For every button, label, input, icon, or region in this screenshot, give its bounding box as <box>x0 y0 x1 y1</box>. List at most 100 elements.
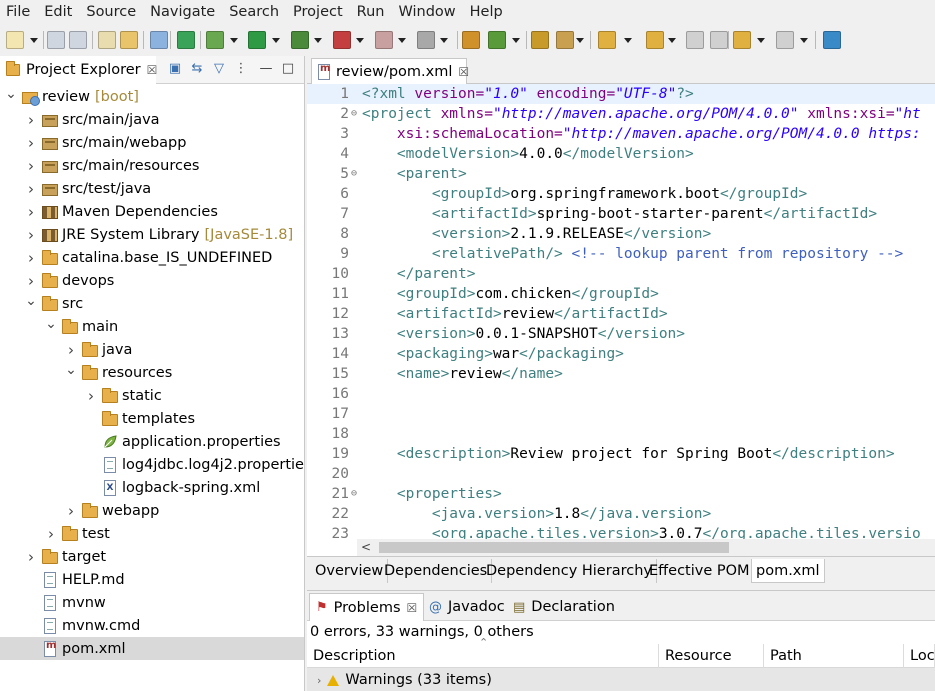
new-package-icon[interactable] <box>488 31 506 49</box>
chevron-right-icon[interactable]: › <box>24 134 38 152</box>
chevron-right-icon[interactable]: › <box>24 249 38 267</box>
back-icon[interactable] <box>733 31 751 49</box>
chevron-down-icon[interactable] <box>272 38 280 43</box>
tree-item-catalina-base-is-undefined[interactable]: › catalina.base_IS_UNDEFINED <box>0 246 272 269</box>
open-task-icon[interactable] <box>531 31 549 49</box>
tree-item-target[interactable]: › target <box>0 545 106 568</box>
menu-help[interactable]: Help <box>464 0 511 25</box>
fold-toggle-icon[interactable]: ⊖ <box>349 164 359 184</box>
chevron-down-icon[interactable] <box>356 38 364 43</box>
save-all-icon[interactable] <box>69 31 87 49</box>
code-line[interactable]: 11 <groupId>com.chicken</groupId> <box>307 284 935 304</box>
code-line[interactable]: 15 <name>review</name> <box>307 364 935 384</box>
maximize-icon[interactable]: □ <box>280 61 296 77</box>
pom-tab-dependencies[interactable]: Dependencies <box>380 559 493 583</box>
tree-item-main[interactable]: ⌄ main <box>0 315 118 338</box>
tree-item-review[interactable]: ⌄ review [boot] <box>0 85 139 108</box>
next-annotation-icon[interactable] <box>598 31 616 49</box>
tab-declaration[interactable]: ▤ Declaration <box>507 593 621 621</box>
chevron-right-icon[interactable]: › <box>64 502 78 520</box>
scroll-left-icon[interactable]: < <box>361 539 371 556</box>
chevron-down-icon[interactable] <box>757 38 765 43</box>
spring-boot-dashboard-icon[interactable] <box>177 31 195 49</box>
tree-item-webapp[interactable]: › webapp <box>0 499 159 522</box>
new-java-project-icon[interactable] <box>462 31 480 49</box>
column-header-path[interactable]: Path <box>764 644 904 668</box>
external-tools-icon[interactable] <box>333 31 351 49</box>
chevron-right-icon[interactable]: › <box>44 525 58 543</box>
code-editor[interactable]: 1 <?xml version="1.0" encoding="UTF-8"?> 2… <box>307 84 935 539</box>
tree-item-mvnw-cmd[interactable]: mvnw.cmd <box>0 614 140 637</box>
chevron-down-icon[interactable]: ⌄ <box>44 316 58 332</box>
menu-source[interactable]: Source <box>80 0 144 25</box>
chevron-right-icon[interactable]: › <box>24 203 38 221</box>
tree-item-src-main-java[interactable]: › src/main/java <box>0 108 160 131</box>
column-header-loc[interactable]: Loc <box>904 644 935 668</box>
chevron-right-icon[interactable]: › <box>24 180 38 198</box>
chevron-right-icon[interactable]: › <box>317 674 321 687</box>
perspective-icon[interactable] <box>823 31 841 49</box>
code-line[interactable]: 2 ⊖ <project xmlns="http://maven.apache.or… <box>307 104 935 124</box>
horizontal-scrollbar[interactable]: < <box>357 539 935 556</box>
code-line[interactable]: 9 <relativePath/> <!-- lookup parent fro… <box>307 244 935 264</box>
code-line[interactable]: 4 <modelVersion>4.0.0</modelVersion> <box>307 144 935 164</box>
code-line[interactable]: 10 </parent> <box>307 264 935 284</box>
minimize-icon[interactable]: — <box>258 61 274 77</box>
code-line[interactable]: 16 <box>307 384 935 404</box>
tree-item-mvnw[interactable]: mvnw <box>0 591 106 614</box>
tree-item-maven-dependencies[interactable]: › Maven Dependencies <box>0 200 218 223</box>
code-line[interactable]: 12 <artifactId>review</artifactId> <box>307 304 935 324</box>
chevron-down-icon[interactable] <box>668 38 676 43</box>
tree-item-jre-system-library[interactable]: › JRE System Library [JavaSE-1.8] <box>0 223 293 246</box>
code-line[interactable]: 14 <packaging>war</packaging> <box>307 344 935 364</box>
menu-project[interactable]: Project <box>287 0 351 25</box>
menu-navigate[interactable]: Navigate <box>144 0 223 25</box>
forward-icon[interactable] <box>776 31 794 49</box>
tree-item-pom-xml[interactable]: pom.xml <box>0 637 304 660</box>
save-icon[interactable] <box>47 31 65 49</box>
code-line[interactable]: 6 <groupId>org.springframework.boot</gro… <box>307 184 935 204</box>
new-icon[interactable] <box>6 31 24 49</box>
chevron-down-icon[interactable] <box>398 38 406 43</box>
search-icon[interactable] <box>556 31 574 49</box>
link-editor-icon[interactable]: ⇆ <box>189 61 205 77</box>
tab-problems[interactable]: ⚑ Problems ☒ <box>309 593 425 621</box>
tree-item-java[interactable]: › java <box>0 338 132 361</box>
chevron-down-icon[interactable]: ⌄ <box>24 293 38 309</box>
open-type-icon[interactable] <box>120 31 138 49</box>
project-explorer-tab[interactable]: Project Explorer ☒ <box>0 56 157 84</box>
code-line[interactable]: 22 <java.version>1.8</java.version> <box>307 504 935 524</box>
code-line[interactable]: 13 <version>0.0.1-SNAPSHOT</version> <box>307 324 935 344</box>
view-menu-icon[interactable]: ⋮ <box>233 61 249 77</box>
chevron-right-icon[interactable]: › <box>24 226 38 244</box>
fold-toggle-icon[interactable]: ⊖ <box>349 104 359 124</box>
chevron-right-icon[interactable]: › <box>24 272 38 290</box>
fold-toggle-icon[interactable]: ⊖ <box>349 484 359 504</box>
menu-search[interactable]: Search <box>223 0 287 25</box>
column-header-resource[interactable]: Resource <box>659 644 764 668</box>
code-line[interactable]: 7 <artifactId>spring-boot-starter-parent… <box>307 204 935 224</box>
chevron-down-icon[interactable]: ⌄ <box>4 86 18 102</box>
editor-tab-pom[interactable]: review/pom.xml ☒ <box>311 58 469 84</box>
chevron-right-icon[interactable]: › <box>84 387 98 405</box>
menu-run[interactable]: Run <box>351 0 393 25</box>
code-line[interactable]: 17 <box>307 404 935 424</box>
skip-breakpoints-icon[interactable] <box>150 31 168 49</box>
collapse-all-icon[interactable]: ▣ <box>167 61 183 77</box>
scrollbar-thumb[interactable] <box>379 542 729 553</box>
pom-tab-effective-pom[interactable]: Effective POM <box>645 559 755 583</box>
chevron-down-icon[interactable]: ⌄ <box>64 362 78 378</box>
code-line[interactable]: 8 <version>2.1.9.RELEASE</version> <box>307 224 935 244</box>
tree-item-src[interactable]: ⌄ src <box>0 292 83 315</box>
tree-item-devops[interactable]: › devops <box>0 269 114 292</box>
tab-javadoc[interactable]: @ Javadoc <box>423 593 511 621</box>
chevron-right-icon[interactable]: › <box>24 111 38 129</box>
tree-item-logback-spring-xml[interactable]: Xlogback-spring.xml <box>0 476 260 499</box>
code-line[interactable]: 3 xsi:schemaLocation="http://maven.apach… <box>307 124 935 144</box>
filter-icon[interactable]: ▽ <box>211 61 227 77</box>
tree-item-src-test-java[interactable]: › src/test/java <box>0 177 151 200</box>
pom-tab-dependency-hierarchy[interactable]: Dependency Hierarchy <box>482 559 657 583</box>
tree-item-src-main-resources[interactable]: › src/main/resources <box>0 154 199 177</box>
code-line[interactable]: 20 <box>307 464 935 484</box>
print-icon[interactable] <box>98 31 116 49</box>
